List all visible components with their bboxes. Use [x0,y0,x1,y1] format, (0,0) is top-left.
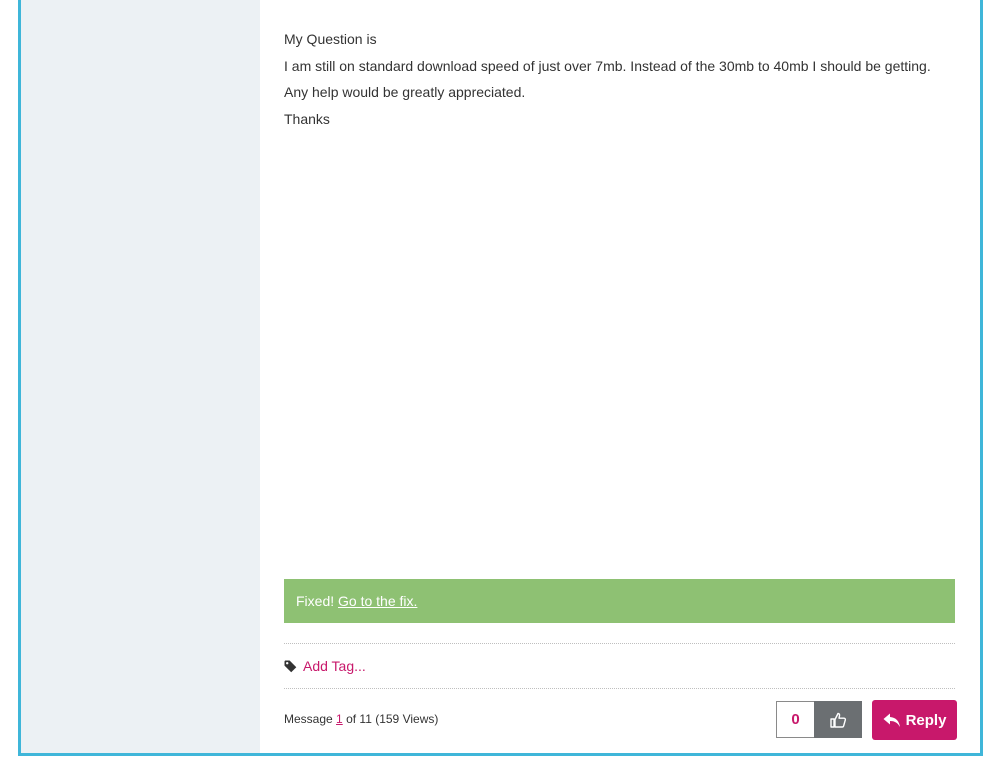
body-paragraph: Thanks [284,110,330,127]
message-content: My Question is I am still on standard do… [284,0,957,753]
accepted-solution-banner: Fixed! Go to the fix. [284,579,955,623]
body-paragraph: My Question is [284,31,377,47]
author-sidebar [21,0,260,753]
reply-arrow-icon [883,713,900,727]
tag-icon [284,660,297,673]
divider [284,688,955,689]
divider [284,643,955,644]
message-body: My Question is I am still on standard do… [284,31,955,137]
reply-label: Reply [905,711,947,729]
reply-button[interactable]: Reply [872,700,957,740]
add-tag-link[interactable]: Add Tag... [303,658,366,674]
kudos-count: 0 [776,701,814,738]
message-number-link[interactable]: 1 [336,712,343,726]
message-frame: My Question is I am still on standard do… [18,0,983,756]
solution-prefix: Fixed! [296,593,335,609]
tags-row: Add Tag... [284,656,366,676]
body-paragraph: Any help would be greatly appreciated. [284,84,526,100]
kudos-widget: 0 [776,701,862,738]
message-suffix: of 11 (159 Views) [346,712,439,726]
message-position-info: Message 1 of 11 (159 Views) [284,712,438,726]
thumbs-up-icon [830,712,847,728]
go-to-fix-link[interactable]: Go to the fix. [338,593,417,609]
message-prefix: Message [284,712,333,726]
body-paragraph: I am still on standard download speed of… [284,57,931,74]
give-kudos-button[interactable] [814,701,862,738]
